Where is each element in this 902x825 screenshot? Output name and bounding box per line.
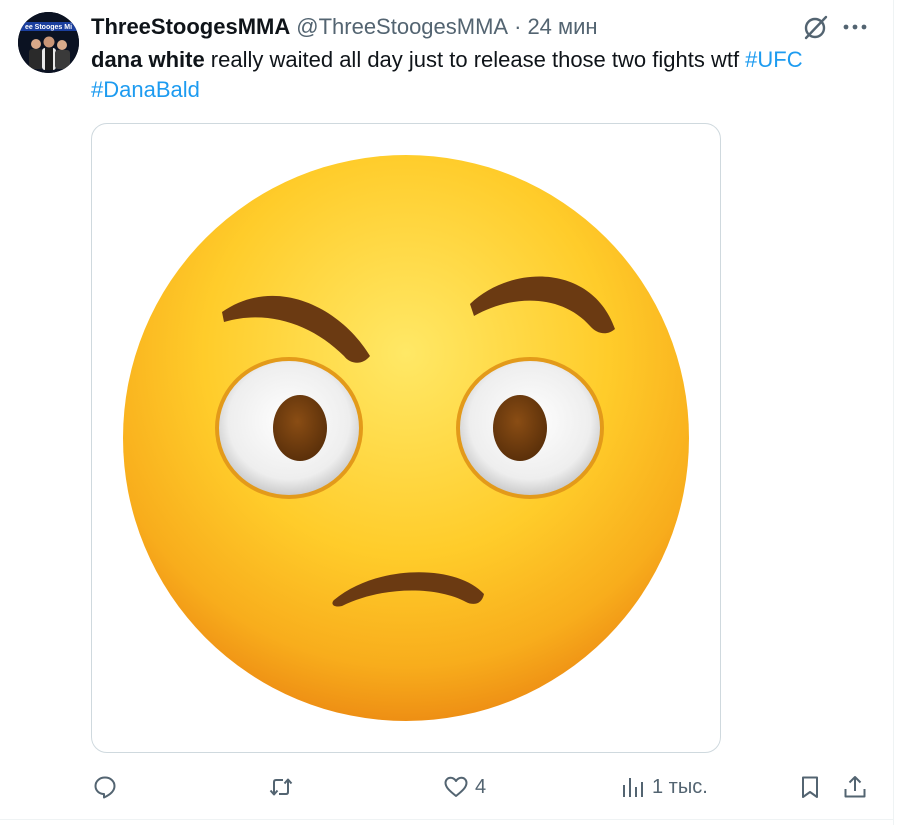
retweet-button[interactable] (268, 774, 302, 800)
share-icon (844, 776, 866, 798)
tweet-actions: 4 1 тыс. (0, 770, 894, 806)
views-count: 1 тыс. (652, 775, 708, 798)
retweet-icon (269, 778, 293, 796)
hashtag-ufc[interactable]: #UFC (745, 47, 802, 72)
like-count: 4 (475, 775, 487, 798)
views-icon (623, 778, 643, 797)
tweet-media[interactable] (91, 123, 721, 753)
heart-icon (444, 776, 468, 797)
bookmark-icon (802, 776, 818, 798)
avatar-banner-text: ee Stooges Mi (25, 24, 72, 31)
avatar-image: ee Stooges Mi (18, 12, 79, 73)
avatar[interactable]: ee Stooges Mi (18, 12, 79, 73)
tweet-body: really waited all day just to release th… (204, 47, 746, 72)
reply-button[interactable] (92, 774, 126, 800)
like-button[interactable]: 4 (443, 774, 486, 800)
grok-icon[interactable] (801, 13, 829, 41)
tweet-text: dana white really waited all day just to… (91, 45, 881, 105)
column-divider (893, 0, 894, 825)
reply-icon (94, 776, 116, 799)
tweet-divider (0, 819, 894, 820)
hashtag-danabald[interactable]: #DanaBald (91, 77, 200, 102)
share-button[interactable] (842, 774, 868, 800)
tweet-header: ThreeStoogesMMA @ThreeStoogesMMA · 24 ми… (91, 12, 598, 42)
raised-eyebrow-emoji-image (123, 155, 689, 721)
tweet-mention: dana white (91, 47, 205, 72)
views-button[interactable]: 1 тыс. (620, 774, 708, 800)
author-handle[interactable]: @ThreeStoogesMMA (296, 14, 508, 40)
separator-dot: · (514, 14, 522, 39)
timestamp[interactable]: 24 мин (527, 14, 597, 40)
more-icon[interactable] (840, 13, 870, 41)
author-name[interactable]: ThreeStoogesMMA (91, 14, 290, 40)
bookmark-button[interactable] (797, 774, 823, 800)
